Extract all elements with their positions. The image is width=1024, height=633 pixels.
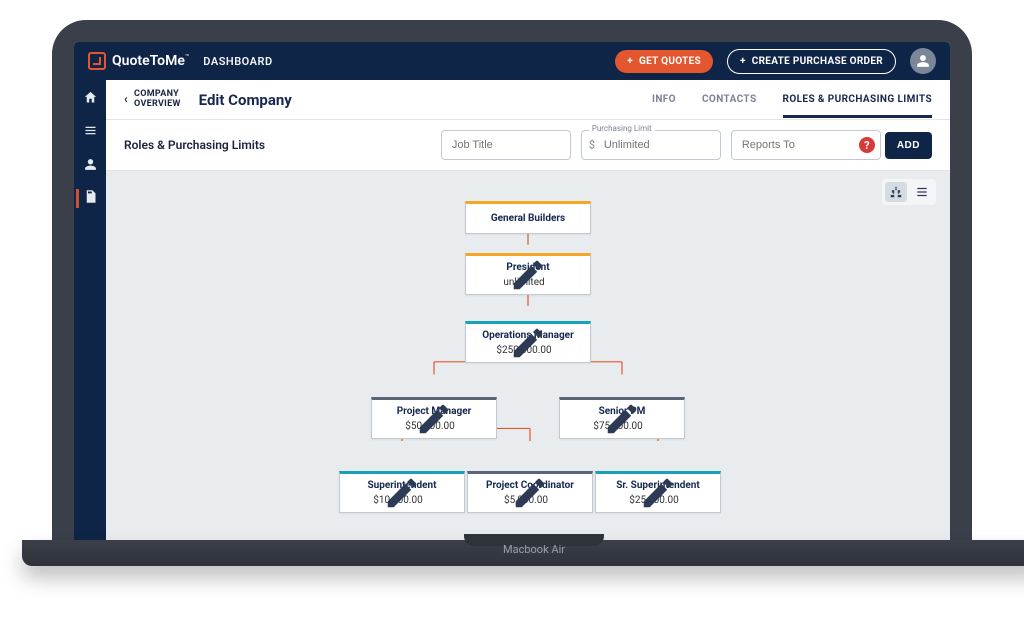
brand-tm: ™ (185, 53, 189, 61)
document-icon[interactable] (76, 189, 98, 208)
create-po-button[interactable]: + CREATE PURCHASE ORDER (727, 49, 896, 74)
node-title: General Builders (466, 204, 590, 233)
user-avatar-button[interactable] (910, 48, 936, 74)
get-quotes-button[interactable]: + GET QUOTES (615, 50, 713, 73)
brand-name: QuoteToMe (112, 53, 185, 69)
org-node-superintendent[interactable]: Superintendent $10,000.00 (339, 471, 465, 513)
home-icon[interactable] (83, 90, 98, 109)
filter-bar: Roles & Purchasing Limits Purchasing Lim… (106, 120, 950, 171)
org-chart-canvas: General Builders President unlimited (106, 171, 950, 540)
subheader: ‹ COMPANY OVERVIEW Edit Company INFO CON… (106, 80, 950, 120)
tab-contacts[interactable]: CONTACTS (702, 82, 757, 118)
page-title: Edit Company (199, 91, 292, 109)
org-node-ops-manager[interactable]: Operations Manager $250,000.00 (465, 321, 591, 363)
help-icon[interactable]: ? (859, 137, 875, 153)
get-quotes-label: GET QUOTES (639, 56, 701, 67)
tab-info[interactable]: INFO (652, 82, 676, 118)
user-icon (916, 54, 930, 68)
org-node-project-manager[interactable]: Project Manager $50,000.00 (371, 397, 497, 439)
list-icon[interactable] (83, 123, 98, 142)
top-navbar: QuoteToMe™ DASHBOARD + GET QUOTES + CREA… (74, 42, 950, 80)
org-node-root[interactable]: General Builders (465, 201, 591, 234)
laptop-caption: Macbook Air (22, 543, 1024, 556)
org-node-senior-pm[interactable]: Senior PM $75,000.00 (559, 397, 685, 439)
brand-mark-icon (88, 52, 106, 70)
page-tabs: INFO CONTACTS ROLES & PURCHASING LIMITS (652, 80, 932, 119)
chevron-left-icon: ‹ (124, 93, 128, 106)
add-button[interactable]: ADD (885, 132, 932, 159)
org-node-president[interactable]: President unlimited (465, 253, 591, 295)
org-node-sr-superintendent[interactable]: Sr. Superintendent $25,000.00 (595, 471, 721, 513)
plus-icon: + (740, 56, 746, 67)
job-title-input[interactable] (441, 130, 571, 160)
side-rail (74, 80, 106, 540)
back-line2: OVERVIEW (134, 100, 181, 110)
org-node-project-coordinator[interactable]: Project Coordinator $5,000.00 (467, 471, 593, 513)
org-chart: General Builders President unlimited (106, 171, 950, 540)
back-to-overview-link[interactable]: ‹ COMPANY OVERVIEW (124, 90, 181, 110)
plus-icon: + (627, 56, 633, 67)
purchasing-limit-float-label: Purchasing Limit (589, 124, 655, 133)
create-po-label: CREATE PURCHASE ORDER (752, 56, 883, 67)
dollar-icon: $ (589, 139, 595, 152)
tab-roles[interactable]: ROLES & PURCHASING LIMITS (783, 82, 932, 118)
purchasing-limit-input[interactable] (581, 130, 721, 160)
section-label: Roles & Purchasing Limits (124, 138, 265, 152)
brand-logo[interactable]: QuoteToMe™ (88, 52, 189, 70)
person-icon[interactable] (84, 156, 97, 175)
nav-dashboard-link[interactable]: DASHBOARD (203, 55, 272, 68)
